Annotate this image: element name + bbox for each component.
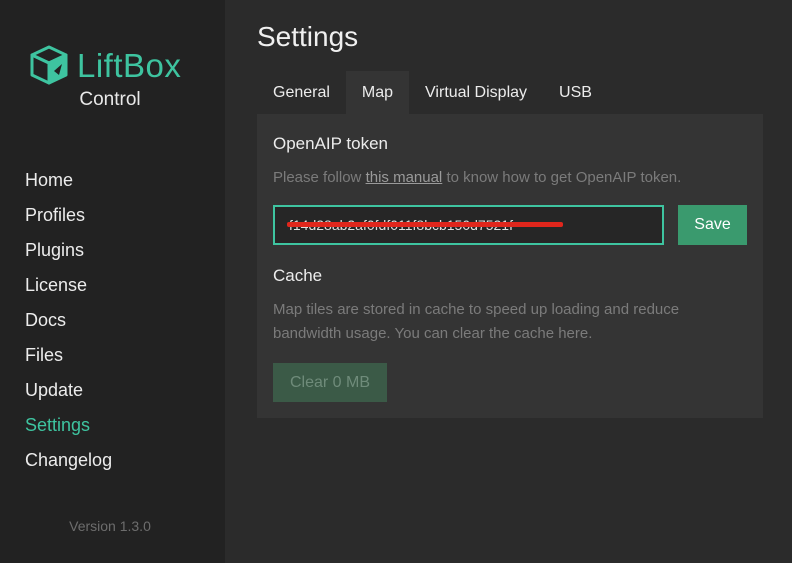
openaip-section-title: OpenAIP token	[273, 134, 388, 153]
cache-description: Map tiles are stored in cache to speed u…	[273, 301, 680, 342]
cache-section-title: Cache	[273, 266, 323, 285]
sidebar-item-profiles[interactable]: Profiles	[25, 203, 112, 238]
settings-tabs: General Map Virtual Display USB	[257, 71, 608, 114]
brand-subtitle: Control	[79, 89, 141, 110]
tab-general[interactable]: General	[257, 71, 346, 114]
box-icon	[30, 45, 68, 85]
sidebar-item-license[interactable]: License	[25, 273, 112, 308]
clear-cache-button[interactable]: Clear 0 MB	[273, 363, 387, 402]
tab-map[interactable]: Map	[345, 71, 410, 114]
tab-virtual-display[interactable]: Virtual Display	[409, 71, 543, 114]
main-content: Settings General Map Virtual Display USB…	[225, 0, 792, 563]
app-logo: LiftBox	[28, 44, 181, 86]
sidebar-item-docs[interactable]: Docs	[25, 308, 112, 343]
sidebar-item-files[interactable]: Files	[25, 343, 112, 378]
sidebar-item-home[interactable]: Home	[25, 168, 112, 203]
sidebar-item-update[interactable]: Update	[25, 378, 112, 413]
save-button[interactable]: Save	[678, 205, 747, 245]
tab-usb[interactable]: USB	[543, 71, 608, 114]
sidebar-item-settings[interactable]: Settings	[25, 413, 112, 448]
sidebar: LiftBox Control Home Profiles Plugins Li…	[0, 0, 225, 563]
sidebar-nav: Home Profiles Plugins License Docs Files…	[25, 168, 112, 483]
openaip-hint-prefix: Please follow	[273, 169, 366, 186]
openaip-hint: Please follow this manual to know how to…	[273, 166, 743, 190]
map-settings-panel: OpenAIP token Please follow this manual …	[257, 114, 763, 418]
page-title: Settings	[257, 21, 359, 52]
sidebar-item-plugins[interactable]: Plugins	[25, 238, 112, 273]
openaip-hint-suffix: to know how to get OpenAIP token.	[442, 169, 682, 186]
brand-name: LiftBox	[77, 46, 182, 84]
sidebar-item-changelog[interactable]: Changelog	[25, 448, 112, 483]
redaction-mark	[287, 222, 563, 227]
manual-link[interactable]: this manual	[366, 169, 443, 186]
version-label: Version 1.3.0	[69, 518, 151, 534]
